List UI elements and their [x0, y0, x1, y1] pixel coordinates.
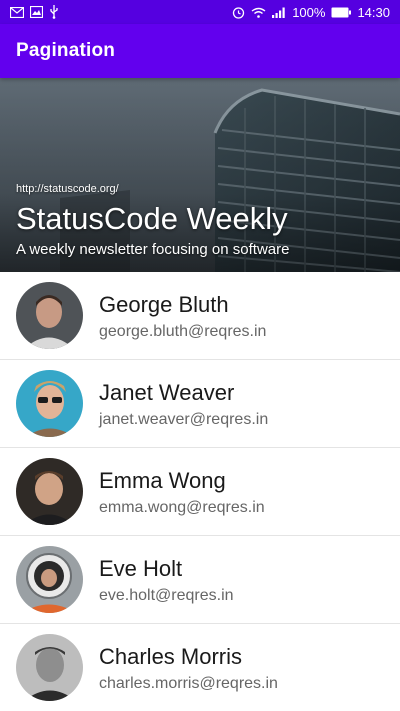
clock: 14:30 — [357, 4, 390, 20]
newsletter-url: http://statuscode.org/ — [16, 183, 119, 195]
user-name: George Bluth — [99, 291, 229, 317]
usb-icon — [49, 5, 59, 19]
image-icon — [30, 6, 43, 18]
user-details: George Bluth george.bluth@reqres.in — [99, 291, 266, 341]
status-bar-system: 100% 14:30 — [232, 5, 390, 20]
avatar-charles-icon — [16, 634, 83, 701]
list-item-user[interactable]: Janet Weaver janet.weaver@reqres.in — [0, 360, 400, 448]
avatar — [16, 546, 83, 613]
user-name: Emma Wong — [99, 467, 226, 493]
user-details: Janet Weaver janet.weaver@reqres.in — [99, 379, 268, 429]
user-name: Eve Holt — [99, 555, 183, 581]
status-bar-notifications — [10, 5, 59, 19]
battery-level: 100% — [292, 4, 326, 20]
newsletter-info: http://statuscode.org/ StatusCode Weekly… — [16, 183, 390, 258]
avatar-george-icon — [16, 282, 83, 349]
signal-icon — [272, 7, 286, 18]
user-email: george.bluth@reqres.in — [99, 322, 267, 340]
list-item-user[interactable]: Charles Morris charles.morris@reqres.in — [0, 624, 400, 711]
status-bar: 100% 14:30 — [0, 0, 400, 24]
avatar — [16, 634, 83, 701]
avatar-janet-icon — [16, 370, 83, 437]
avatar — [16, 458, 83, 525]
user-name: Janet Weaver — [99, 379, 235, 405]
list-item-user[interactable]: Eve Holt eve.holt@reqres.in — [0, 536, 400, 624]
page-title: Pagination — [16, 40, 116, 61]
list-item-user[interactable]: Emma Wong emma.wong@reqres.in — [0, 448, 400, 536]
newsletter-subtitle: A weekly newsletter focusing on software — [16, 241, 290, 258]
newsletter-title: StatusCode Weekly — [16, 201, 288, 236]
user-email: janet.weaver@reqres.in — [99, 410, 269, 428]
avatar-eve-icon — [16, 546, 83, 613]
app-bar: Pagination — [0, 24, 400, 78]
user-name: Charles Morris — [99, 643, 243, 669]
user-details: Charles Morris charles.morris@reqres.in — [99, 643, 278, 693]
user-email: emma.wong@reqres.in — [99, 498, 265, 516]
user-details: Emma Wong emma.wong@reqres.in — [99, 467, 265, 517]
battery-icon — [331, 7, 352, 18]
user-list: George Bluth george.bluth@reqres.in Jane… — [0, 272, 400, 711]
avatar — [16, 370, 83, 437]
list-item-user[interactable]: George Bluth george.bluth@reqres.in — [0, 272, 400, 360]
mail-icon — [10, 6, 24, 18]
user-details: Eve Holt eve.holt@reqres.in — [99, 555, 234, 605]
avatar-emma-icon — [16, 458, 83, 525]
user-email: charles.morris@reqres.in — [99, 674, 278, 692]
newsletter-header: http://statuscode.org/ StatusCode Weekly… — [0, 78, 400, 272]
avatar — [16, 282, 83, 349]
alarm-icon — [232, 6, 245, 19]
wifi-icon — [251, 7, 266, 18]
user-email: eve.holt@reqres.in — [99, 586, 234, 604]
